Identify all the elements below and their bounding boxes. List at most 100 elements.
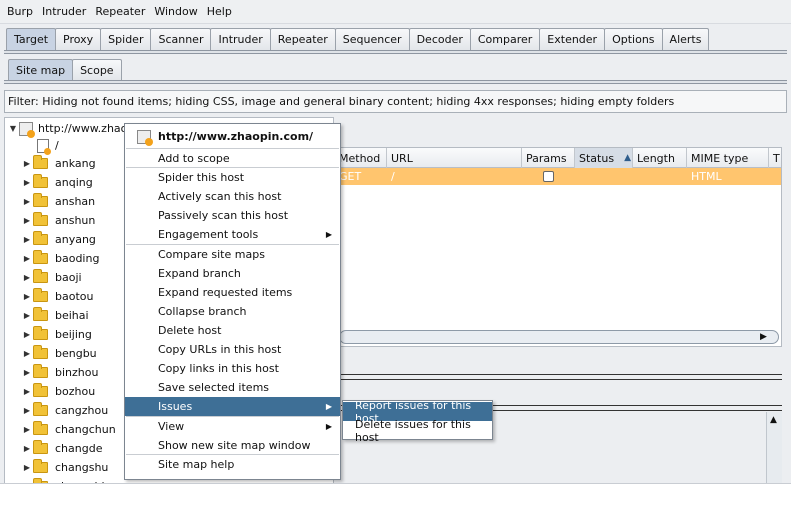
- expand-triangle-icon[interactable]: ▶: [21, 235, 33, 244]
- menu-repeater[interactable]: Repeater: [95, 5, 145, 18]
- menu-item-collapse-branch[interactable]: Collapse branch: [125, 302, 340, 321]
- scroll-up-arrow-icon[interactable]: ▲: [770, 415, 777, 425]
- tree-folder-label: bozhou: [55, 385, 96, 398]
- tab-scanner[interactable]: Scanner: [150, 28, 212, 50]
- tree-root[interactable]: ▼ http://www.zhaopi: [7, 119, 137, 138]
- tab-intruder[interactable]: Intruder: [210, 28, 271, 50]
- table-row[interactable]: GET / HTML: [335, 168, 781, 185]
- expand-triangle-icon[interactable]: ▶: [21, 178, 33, 187]
- menu-item-site-map-help[interactable]: Site map help: [125, 455, 340, 474]
- menu-item-engagement-tools[interactable]: Engagement tools ▶: [125, 225, 340, 244]
- tab-repeater[interactable]: Repeater: [269, 28, 336, 50]
- expand-triangle-icon[interactable]: ▶: [21, 482, 33, 483]
- tab-target[interactable]: Target: [6, 28, 57, 50]
- menu-item-view[interactable]: View ▶: [125, 417, 340, 436]
- menu-item-add-to-scope[interactable]: Add to scope: [125, 149, 340, 168]
- expand-triangle-icon[interactable]: ▶: [21, 197, 33, 206]
- tree-folder-item[interactable]: ▶ baoji: [21, 268, 82, 287]
- expand-triangle-icon[interactable]: ▶: [21, 311, 33, 320]
- menu-delete-issues[interactable]: Delete issues for this host: [343, 418, 492, 444]
- cell-url: /: [391, 170, 395, 183]
- tree-folder-item[interactable]: ▶ baotou: [21, 287, 93, 306]
- expand-triangle-icon[interactable]: ▶: [21, 216, 33, 225]
- tab-site-map[interactable]: Site map: [8, 59, 74, 80]
- col-t[interactable]: T: [769, 148, 781, 168]
- tree-folder-item[interactable]: ▶ beijing: [21, 325, 92, 344]
- tree-folder-item[interactable]: ▶ binzhou: [21, 363, 98, 382]
- menu-item-save-selected-items[interactable]: Save selected items: [125, 378, 340, 397]
- tab-scope[interactable]: Scope: [72, 59, 122, 80]
- tab-comparer[interactable]: Comparer: [469, 28, 541, 50]
- menu-item-copy-links-in-this-host[interactable]: Copy links in this host: [125, 359, 340, 378]
- menu-item-delete-host[interactable]: Delete host: [125, 321, 340, 340]
- col-url[interactable]: URL: [387, 148, 522, 168]
- folder-icon: [33, 212, 48, 226]
- tab-proxy[interactable]: Proxy: [55, 28, 102, 50]
- menu-item-spider-this-host[interactable]: Spider this host: [125, 168, 340, 187]
- tab-options[interactable]: Options: [604, 28, 663, 50]
- collapse-triangle-icon[interactable]: ▼: [7, 124, 19, 133]
- expand-triangle-icon[interactable]: ▶: [21, 330, 33, 339]
- scroll-right-arrow-icon[interactable]: ▶: [760, 332, 767, 342]
- expand-triangle-icon[interactable]: ▶: [21, 368, 33, 377]
- tab-extender[interactable]: Extender: [539, 28, 606, 50]
- tree-folder-label: baotou: [55, 290, 94, 303]
- menu-intruder[interactable]: Intruder: [42, 5, 86, 18]
- expand-triangle-icon[interactable]: ▶: [21, 273, 33, 282]
- tree-folder-item[interactable]: ▶ beihai: [21, 306, 89, 325]
- vertical-scrollbar[interactable]: ▲: [766, 412, 782, 483]
- menu-burp[interactable]: Burp: [7, 5, 33, 18]
- col-status[interactable]: Status ▲: [575, 148, 633, 168]
- params-checkbox[interactable]: [543, 171, 554, 182]
- expand-triangle-icon[interactable]: ▶: [21, 406, 33, 415]
- expand-triangle-icon[interactable]: ▶: [21, 254, 33, 263]
- menu-window[interactable]: Window: [154, 5, 197, 18]
- filter-bar[interactable]: Filter: Hiding not found items; hiding C…: [4, 90, 787, 113]
- tree-folder-item[interactable]: ▶ anyang: [21, 230, 96, 249]
- requests-table[interactable]: Method URL Params Status ▲ Length MIME t…: [334, 147, 782, 347]
- cell-method: GET: [339, 170, 362, 183]
- expand-triangle-icon[interactable]: ▶: [21, 463, 33, 472]
- tree-folder-item[interactable]: ▶ anshan: [21, 192, 95, 211]
- tab-alerts[interactable]: Alerts: [661, 28, 710, 50]
- col-method[interactable]: Method: [335, 148, 387, 168]
- tree-folder-item[interactable]: ▶ bengbu: [21, 344, 97, 363]
- expand-triangle-icon[interactable]: ▶: [21, 444, 33, 453]
- menu-item-expand-branch[interactable]: Expand branch: [125, 264, 340, 283]
- menu-item-expand-requested-items[interactable]: Expand requested items: [125, 283, 340, 302]
- tree-folder-item[interactable]: ▶ baoding: [21, 249, 99, 268]
- tab-spider[interactable]: Spider: [100, 28, 152, 50]
- tree-folder-item[interactable]: ▶ anqing: [21, 173, 93, 192]
- menu-help[interactable]: Help: [207, 5, 232, 18]
- tab-decoder[interactable]: Decoder: [408, 28, 471, 50]
- tree-folder-item[interactable]: ▶ changshu: [21, 458, 108, 477]
- tree-folder-item[interactable]: ▶ ankang: [21, 154, 96, 173]
- col-mime[interactable]: MIME type: [687, 148, 769, 168]
- col-length[interactable]: Length: [633, 148, 687, 168]
- tab-sequencer[interactable]: Sequencer: [334, 28, 410, 50]
- tree-folder-item[interactable]: ▶ changde: [21, 439, 102, 458]
- expand-triangle-icon[interactable]: ▶: [21, 425, 33, 434]
- tree-folder-item[interactable]: ▶ changchun: [21, 420, 116, 439]
- expand-triangle-icon[interactable]: ▶: [21, 349, 33, 358]
- col-params[interactable]: Params: [522, 148, 575, 168]
- tree-folder-item[interactable]: ▶ bozhou: [21, 382, 95, 401]
- tree-item-root-path[interactable]: /: [37, 136, 59, 155]
- tree-folder-item[interactable]: ▶ changzhi: [21, 477, 105, 483]
- expand-triangle-icon[interactable]: ▶: [21, 292, 33, 301]
- tree-folder-item[interactable]: ▶ anshun: [21, 211, 95, 230]
- folder-icon: [33, 231, 48, 245]
- tree-folder-item[interactable]: ▶ cangzhou: [21, 401, 108, 420]
- horizontal-scrollbar[interactable]: [339, 330, 779, 344]
- menu-item-compare-site-maps[interactable]: Compare site maps: [125, 245, 340, 264]
- submenu-arrow-icon: ▶: [325, 402, 332, 411]
- expand-triangle-icon[interactable]: ▶: [21, 159, 33, 168]
- menu-item-show-new-site-map-window[interactable]: Show new site map window: [125, 436, 340, 455]
- separator: [126, 167, 339, 168]
- menu-item-passively-scan-this-host[interactable]: Passively scan this host: [125, 206, 340, 225]
- menu-item-copy-urls-in-this-host[interactable]: Copy URLs in this host: [125, 340, 340, 359]
- expand-triangle-icon[interactable]: ▶: [21, 387, 33, 396]
- menu-item-actively-scan-this-host[interactable]: Actively scan this host: [125, 187, 340, 206]
- menu-item-issues[interactable]: Issues ▶: [125, 397, 340, 416]
- pane-divider-top[interactable]: [334, 374, 782, 380]
